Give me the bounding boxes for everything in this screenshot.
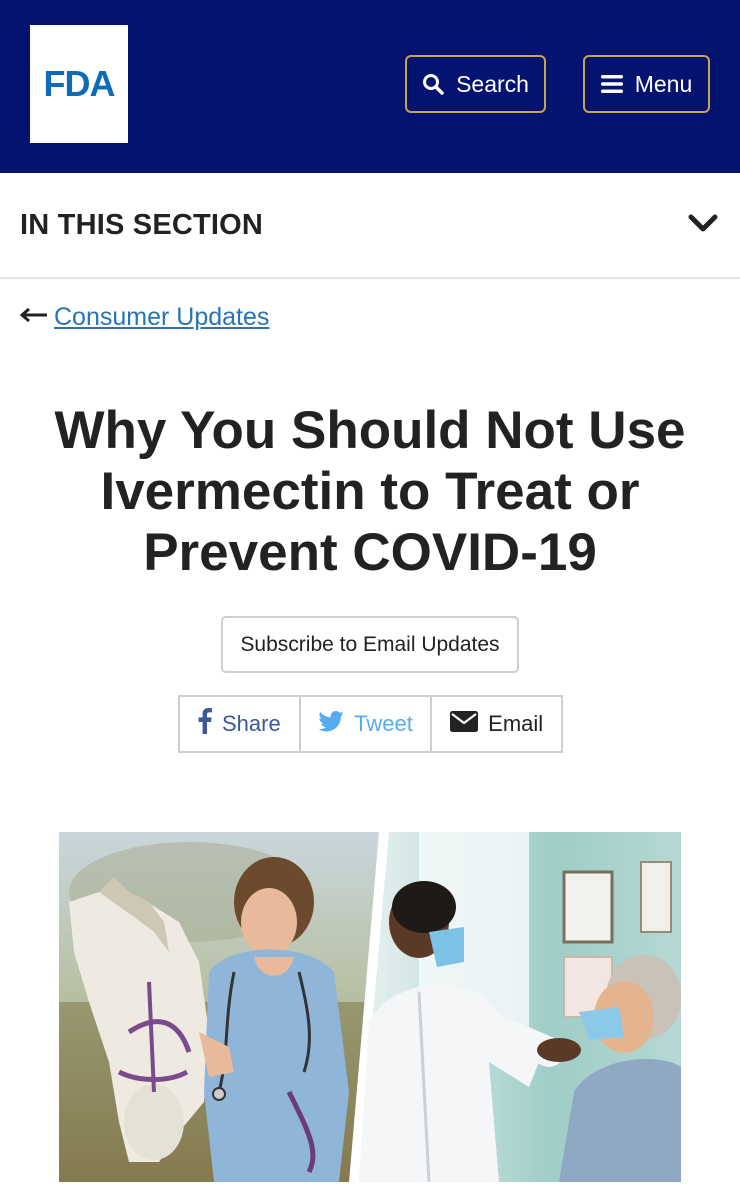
- tweet-label: Tweet: [354, 711, 413, 736]
- facebook-share-button[interactable]: Share: [180, 697, 299, 751]
- subscribe-email-button[interactable]: Subscribe to Email Updates: [221, 616, 519, 673]
- email-label: Email: [488, 711, 544, 736]
- fda-logo[interactable]: FDA: [30, 25, 128, 143]
- twitter-icon: [318, 710, 344, 738]
- twitter-share-button[interactable]: Tweet: [298, 697, 431, 751]
- site-header: FDA Search Menu: [0, 0, 740, 173]
- share-bar: Share Tweet Email: [178, 695, 563, 753]
- veterinarian-with-horse-photo: [59, 832, 385, 1182]
- envelope-icon: [450, 710, 479, 738]
- hero-image: [59, 832, 681, 1182]
- hamburger-icon: [600, 75, 623, 93]
- breadcrumb[interactable]: Consumer Updates: [19, 303, 269, 332]
- arrow-left-icon: [19, 307, 48, 328]
- search-button[interactable]: Search: [405, 55, 546, 113]
- page-title: Why You Should Not Use Ivermectin to Tre…: [54, 401, 686, 582]
- menu-button[interactable]: Menu: [583, 55, 710, 113]
- consumer-updates-link[interactable]: Consumer Updates: [54, 303, 269, 332]
- search-label: Search: [456, 70, 529, 97]
- in-this-section-toggle[interactable]: IN THIS SECTION: [0, 173, 740, 279]
- facebook-icon: [198, 708, 212, 740]
- doctor-examining-patient-photo: [359, 832, 681, 1182]
- email-share-button[interactable]: Email: [430, 697, 561, 751]
- chevron-down-icon: [688, 213, 718, 238]
- section-title: IN THIS SECTION: [20, 208, 264, 241]
- menu-label: Menu: [634, 70, 693, 97]
- logo-text: FDA: [43, 63, 116, 104]
- share-label: Share: [222, 711, 281, 736]
- search-icon: [422, 73, 444, 95]
